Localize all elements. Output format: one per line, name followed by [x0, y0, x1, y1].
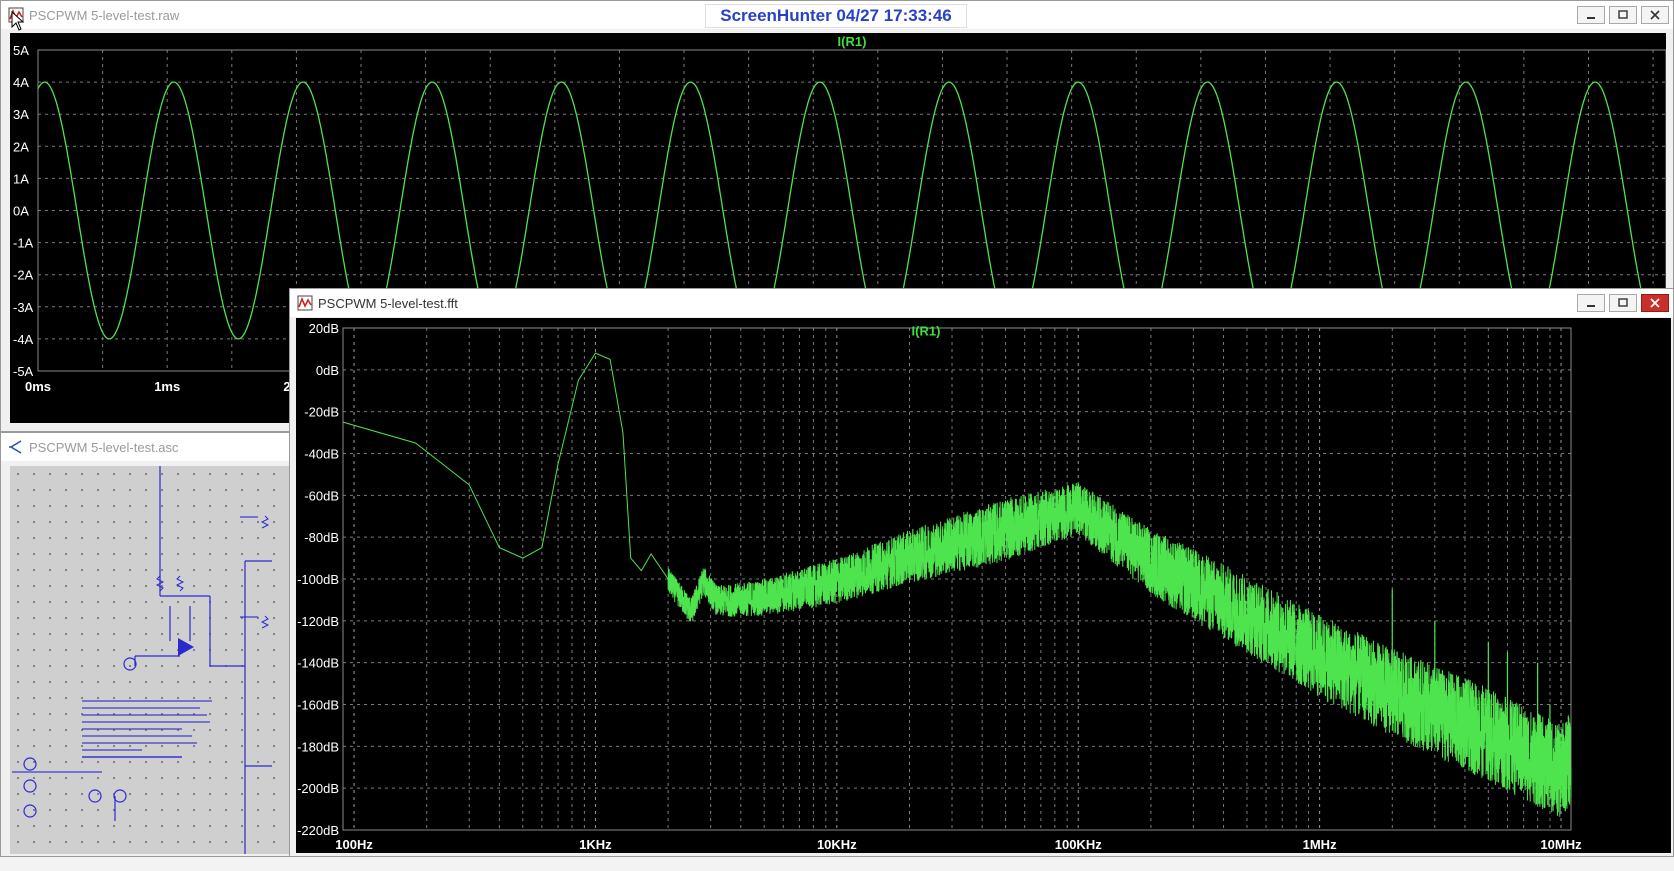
- fft-trace-label: I(R1): [912, 324, 941, 339]
- fft-x-tick-label: 100Hz: [335, 837, 373, 852]
- raw-window-title: PSCPWM 5-level-test.raw: [29, 8, 180, 23]
- fft-x-tick-label: 100KHz: [1055, 837, 1102, 852]
- fft-window[interactable]: PSCPWM 5-level-test.fft 20dB 0dB -20dB -40d…: [289, 288, 1674, 857]
- close-icon: [1650, 298, 1660, 308]
- raw-y-tick-label: -2A: [13, 268, 34, 283]
- fft-x-tick-label: 10KHz: [817, 837, 857, 852]
- fft-y-tick-label: -60dB: [304, 488, 339, 503]
- fft-y-tick-label: 0dB: [316, 363, 339, 378]
- raw-y-tick-label: 0A: [13, 204, 29, 219]
- fft-viewer-icon: [297, 295, 313, 311]
- fft-y-tick-label: -120dB: [297, 614, 339, 629]
- raw-x-tick-label: 0ms: [25, 379, 51, 394]
- fft-y-tick-label: -200dB: [297, 781, 339, 796]
- mouse-cursor-icon: [11, 11, 25, 31]
- fft-close-button[interactable]: [1641, 294, 1669, 312]
- fft-plot-area[interactable]: 20dB 0dB -20dB -40dB -60dB -80dB -100dB -120dB -…: [296, 318, 1671, 853]
- fft-y-tick-label: -160dB: [297, 698, 339, 713]
- raw-y-tick-label: 4A: [13, 75, 29, 90]
- raw-y-tick-label: -1A: [13, 236, 34, 251]
- fft-y-tick-label: -220dB: [297, 823, 339, 838]
- minimize-icon: [1587, 305, 1595, 307]
- raw-y-tick-label: 3A: [13, 107, 29, 122]
- fft-y-tick-label: -100dB: [297, 572, 339, 587]
- raw-close-button[interactable]: [1641, 6, 1669, 24]
- fft-series-line-i-r1: [342, 352, 1572, 817]
- raw-y-tick-label: -5A: [13, 364, 34, 379]
- fft-x-tick-label: 1KHz: [579, 837, 612, 852]
- asc-window-titlebar[interactable]: PSCPWM 5-level-test.asc: [1, 433, 289, 461]
- fft-y-tick-label: -180dB: [297, 739, 339, 754]
- fft-y-tick-label: -80dB: [304, 530, 339, 545]
- schematic-window[interactable]: PSCPWM 5-level-test.asc: [0, 432, 290, 857]
- fft-restore-button[interactable]: [1609, 294, 1637, 312]
- fft-window-titlebar[interactable]: PSCPWM 5-level-test.fft: [290, 289, 1673, 317]
- restore-icon: [1618, 10, 1628, 19]
- asc-window-title: PSCPWM 5-level-test.asc: [29, 440, 179, 455]
- schematic-icon: [9, 440, 22, 454]
- fft-y-tick-label: -40dB: [304, 447, 339, 462]
- raw-trace-label: I(R1): [838, 34, 867, 49]
- close-icon: [1650, 10, 1660, 20]
- raw-y-tick-label: -3A: [13, 300, 34, 315]
- raw-restore-button[interactable]: [1609, 6, 1637, 24]
- raw-minimize-button[interactable]: [1577, 6, 1605, 24]
- fft-window-title: PSCPWM 5-level-test.fft: [318, 296, 458, 311]
- schematic-drawing: [12, 466, 272, 854]
- fft-y-tick-label: 20dB: [309, 321, 339, 336]
- raw-y-tick-label: 5A: [13, 43, 29, 58]
- fft-plot-svg[interactable]: 20dB 0dB -20dB -40dB -60dB -80dB -100dB -120dB -…: [296, 318, 1671, 853]
- raw-x-tick-label: 1ms: [154, 379, 180, 394]
- screenhunter-timestamp: ScreenHunter 04/27 17:33:46: [705, 4, 967, 28]
- fft-y-tick-label: -140dB: [297, 656, 339, 671]
- raw-y-tick-label: -4A: [13, 332, 34, 347]
- raw-y-tick-label: 2A: [13, 139, 29, 154]
- fft-x-tick-label: 10MHz: [1540, 837, 1582, 852]
- fft-x-tick-label: 1MHz: [1303, 837, 1337, 852]
- fft-minimize-button[interactable]: [1577, 294, 1605, 312]
- fft-y-tick-label: -20dB: [304, 405, 339, 420]
- raw-y-tick-label: 1A: [13, 171, 29, 186]
- schematic-canvas[interactable]: [10, 466, 290, 854]
- restore-icon: [1618, 298, 1628, 307]
- minimize-icon: [1587, 17, 1595, 19]
